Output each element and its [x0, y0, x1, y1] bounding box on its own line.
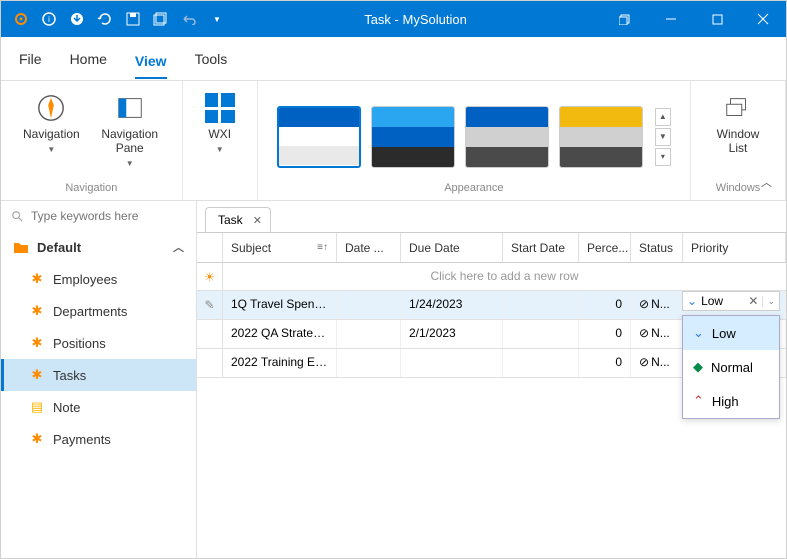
close-button[interactable]: [740, 1, 786, 37]
note-icon: ▤: [29, 399, 45, 415]
gear-icon: ✱: [29, 335, 45, 351]
qat-dropdown-icon[interactable]: ▼: [205, 7, 229, 31]
ribbon-group-navigation: Navigation ▼ Navigation Pane ▼ Navigatio…: [1, 81, 183, 200]
gear-icon: ✱: [29, 367, 45, 383]
theme-swatch-4[interactable]: [559, 106, 643, 168]
tab-task[interactable]: Task ✕: [205, 207, 271, 232]
wxi-button[interactable]: WXI ▼: [197, 89, 243, 158]
main-panel: Task ✕ Subject≡↑ Date ... Due Date Start…: [197, 201, 786, 558]
sidebar-item-positions[interactable]: ✱Positions: [1, 327, 196, 359]
col-percent[interactable]: Perce...: [579, 233, 631, 262]
sidebar-item-departments[interactable]: ✱Departments: [1, 295, 196, 327]
gear-icon[interactable]: [9, 7, 33, 31]
theme-more-button[interactable]: ▾: [655, 148, 671, 166]
status-badge: ⊘ N...: [639, 326, 674, 340]
menu-tools[interactable]: Tools: [195, 43, 228, 75]
chevron-down-icon: ▼: [216, 145, 224, 154]
sort-asc-icon: ≡↑: [317, 242, 328, 253]
theme-down-button[interactable]: ▼: [655, 128, 671, 146]
navigation-button[interactable]: Navigation ▼: [15, 89, 88, 158]
restore-down-icon[interactable]: [602, 1, 648, 37]
sidebar-item-tasks[interactable]: ✱Tasks: [1, 359, 196, 391]
star-icon: ☀: [204, 270, 215, 284]
priority-dropdown: ⌄Low ◆Normal ⌃High: [682, 315, 780, 419]
chevron-down-icon: ▼: [47, 145, 55, 154]
save-icon[interactable]: [121, 7, 145, 31]
priority-option-normal[interactable]: ◆Normal: [683, 350, 779, 384]
folder-icon: [13, 239, 29, 255]
document-tabstrip: Task ✕: [197, 201, 786, 232]
gear-icon: ✱: [29, 431, 45, 447]
sidebar-item-employees[interactable]: ✱Employees: [1, 263, 196, 295]
chevron-down-icon: ⌄: [687, 294, 697, 308]
collapse-ribbon-button[interactable]: ︿: [761, 174, 772, 190]
diamond-icon: ◆: [693, 359, 703, 375]
ribbon: Navigation ▼ Navigation Pane ▼ Navigatio…: [1, 81, 786, 201]
refresh-icon[interactable]: [93, 7, 117, 31]
menu-view[interactable]: View: [135, 39, 167, 79]
dropdown-icon[interactable]: ⌄: [762, 296, 775, 307]
col-start-date[interactable]: Start Date: [503, 233, 579, 262]
search-input[interactable]: [31, 209, 186, 223]
chevron-down-icon: ⌄: [693, 325, 704, 341]
priority-option-low[interactable]: ⌄Low: [683, 316, 779, 350]
menu-home[interactable]: Home: [70, 43, 107, 75]
maximize-button[interactable]: [694, 1, 740, 37]
search-box[interactable]: [1, 201, 196, 231]
titlebar: i ▼ Task - MySolution: [1, 1, 786, 37]
theme-swatch-2[interactable]: [371, 106, 455, 168]
col-priority[interactable]: Priority: [683, 233, 786, 262]
row-indicator-header: [197, 233, 223, 262]
nav-root-default[interactable]: Default ︿: [1, 231, 196, 263]
svg-text:i: i: [48, 15, 50, 24]
navigation-pane-button[interactable]: Navigation Pane ▼: [92, 89, 168, 172]
priority-cell-editor[interactable]: ⌄ Low ✕ ⌄: [682, 291, 780, 311]
status-badge: ⊘ N...: [639, 355, 674, 369]
clear-icon[interactable]: ✕: [748, 294, 758, 308]
pane-icon: [115, 93, 145, 123]
chevron-up-icon: ⌃: [693, 393, 704, 409]
grid-icon: [205, 93, 235, 123]
search-icon: [11, 209, 23, 223]
windows-icon: [723, 93, 753, 123]
window-title: Task - MySolution: [229, 12, 602, 27]
theme-swatch-3[interactable]: [465, 106, 549, 168]
download-icon[interactable]: [65, 7, 89, 31]
info-icon[interactable]: i: [37, 7, 61, 31]
save-all-icon[interactable]: [149, 7, 173, 31]
chevron-up-icon: ︿: [173, 239, 184, 255]
new-row[interactable]: ☀ Click here to add a new row: [197, 263, 786, 291]
status-badge: ⊘ N...: [639, 297, 674, 311]
gear-icon: ✱: [29, 271, 45, 287]
compass-icon: [36, 93, 66, 123]
priority-option-high[interactable]: ⌃High: [683, 384, 779, 418]
sidebar: Default ︿ ✱Employees ✱Departments ✱Posit…: [1, 201, 197, 558]
col-subject[interactable]: Subject≡↑: [223, 233, 337, 262]
col-due-date[interactable]: Due Date: [401, 233, 503, 262]
window-list-button[interactable]: Window List: [705, 89, 771, 159]
theme-swatch-1[interactable]: [277, 106, 361, 168]
ribbon-group-wxi: WXI ▼: [183, 81, 258, 200]
menubar: File Home View Tools: [1, 37, 786, 81]
undo-icon[interactable]: [177, 7, 201, 31]
theme-up-button[interactable]: ▲: [655, 108, 671, 126]
col-date[interactable]: Date ...: [337, 233, 401, 262]
menu-file[interactable]: File: [19, 43, 42, 75]
sidebar-item-note[interactable]: ▤Note: [1, 391, 196, 423]
sidebar-item-payments[interactable]: ✱Payments: [1, 423, 196, 455]
edit-icon: ✎: [204, 298, 214, 312]
minimize-button[interactable]: [648, 1, 694, 37]
ribbon-group-appearance: ▲ ▼ ▾ Appearance: [258, 81, 691, 200]
close-icon[interactable]: ✕: [253, 214, 262, 227]
gear-icon: ✱: [29, 303, 45, 319]
grid-header: Subject≡↑ Date ... Due Date Start Date P…: [197, 233, 786, 263]
quick-access-toolbar: i ▼: [1, 7, 229, 31]
chevron-down-icon: ▼: [126, 159, 134, 168]
col-status[interactable]: Status: [631, 233, 683, 262]
